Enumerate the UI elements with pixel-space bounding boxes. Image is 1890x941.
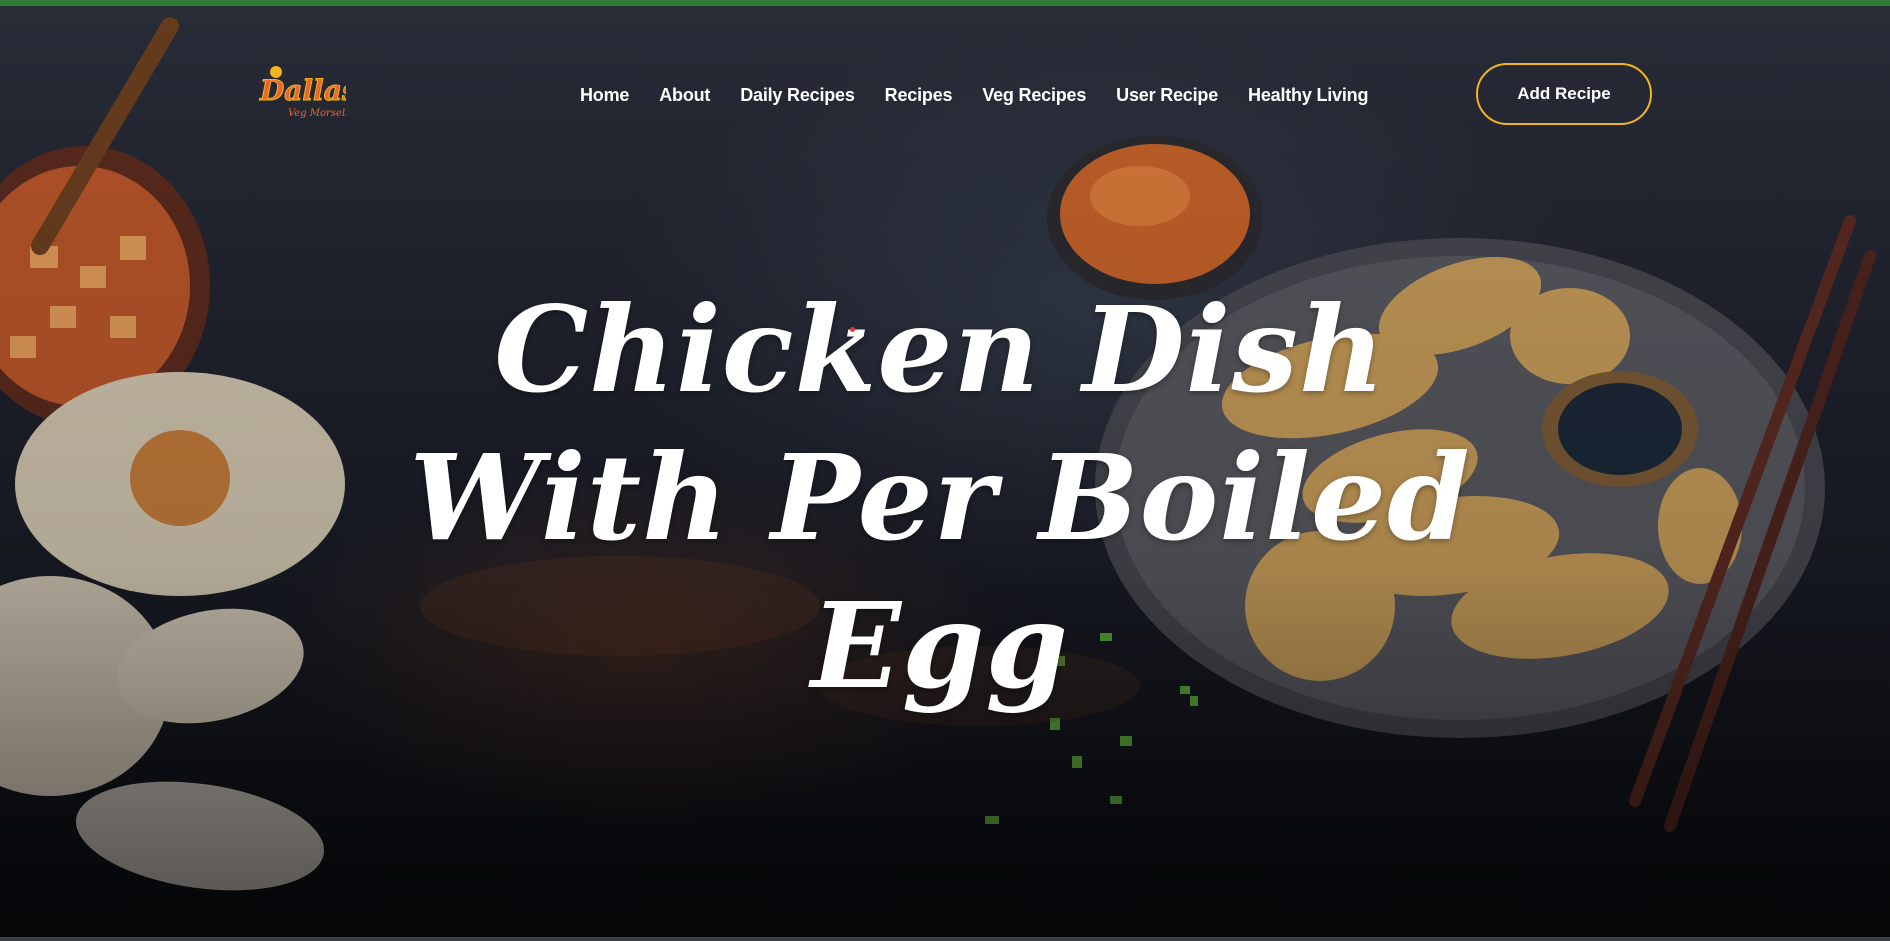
nav-item-about[interactable]: About [659,85,710,106]
nav-item-healthy-living[interactable]: Healthy Living [1248,85,1368,106]
logo-text: Dallas [259,74,346,107]
add-recipe-button[interactable]: Add Recipe [1476,63,1652,125]
logo-subtext: Veg Morsels [288,108,346,119]
site-logo[interactable]: Dallas Veg Morsels [258,62,346,124]
bottom-edge [0,937,1890,941]
hero-title: Chicken Dish With Per Boiled Egg [409,280,1471,715]
nav-item-daily-recipes[interactable]: Daily Recipes [740,85,855,106]
hero-section: Dallas Veg Morsels Home About Daily Reci… [0,6,1890,937]
nav-item-user-recipe[interactable]: User Recipe [1116,85,1218,106]
cursor-dot [850,327,855,332]
nav-item-veg-recipes[interactable]: Veg Recipes [982,85,1086,106]
nav-item-recipes[interactable]: Recipes [885,85,953,106]
nav-item-home[interactable]: Home [580,85,629,106]
main-navigation: Home About Daily Recipes Recipes Veg Rec… [580,80,1398,110]
